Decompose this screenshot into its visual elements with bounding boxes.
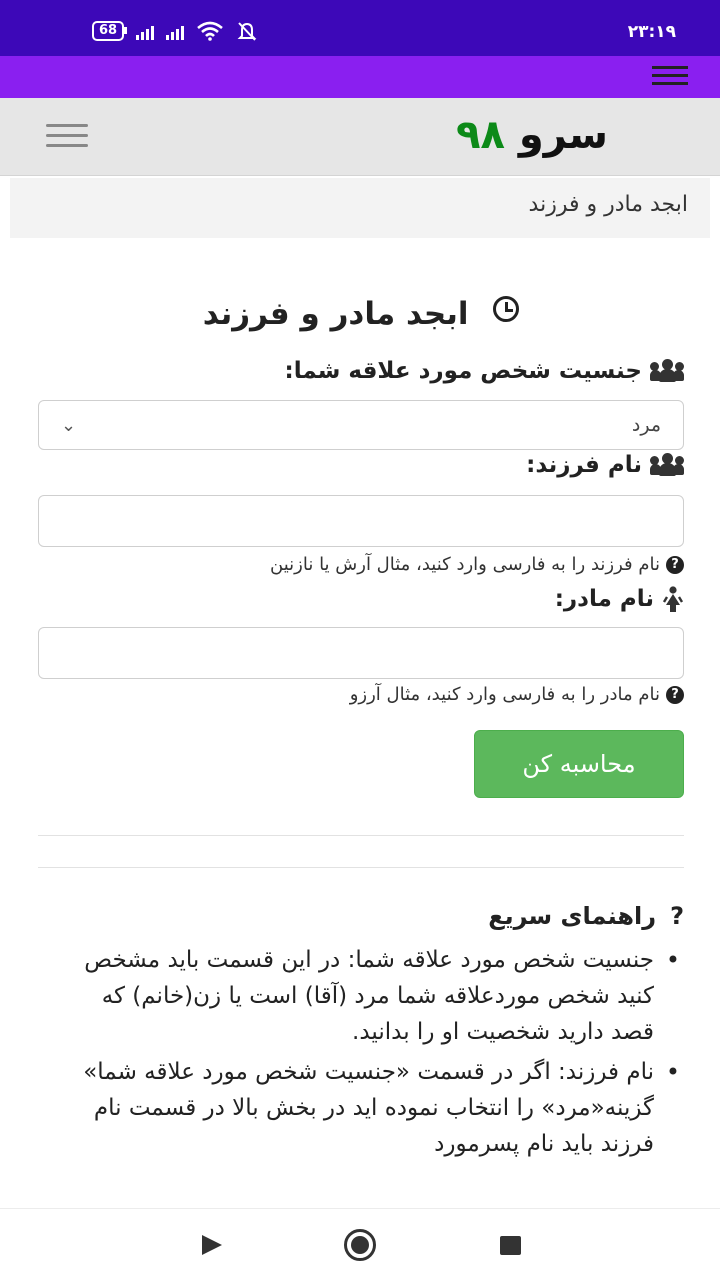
menu-icon[interactable] bbox=[46, 124, 88, 148]
signal-icon bbox=[136, 22, 155, 40]
gender-label: جنسیت شخص مورد علاقه شما: bbox=[285, 358, 684, 384]
navigation-bar bbox=[0, 1208, 720, 1280]
child-name-input[interactable] bbox=[38, 495, 684, 547]
users-icon bbox=[650, 359, 684, 383]
recent-apps-icon[interactable] bbox=[500, 1236, 521, 1255]
gender-select[interactable]: مرد ⌄ bbox=[38, 400, 684, 450]
status-bar: 68 ۲۳:۱۹ bbox=[0, 0, 720, 56]
question-icon: ? bbox=[670, 902, 684, 930]
logo-number: ۹۸ bbox=[456, 112, 505, 158]
logo-word: سرو bbox=[518, 112, 608, 158]
page-title: ابجد مادر و فرزند bbox=[38, 296, 684, 332]
mother-name-help: ? نام مادر را به فارسی وارد کنید، مثال آ… bbox=[350, 684, 684, 705]
clock-icon bbox=[493, 296, 520, 322]
divider bbox=[38, 867, 684, 868]
calculate-button[interactable]: محاسبه کن bbox=[474, 730, 684, 798]
back-icon[interactable] bbox=[202, 1235, 222, 1255]
child-name-label: نام فرزند: bbox=[526, 452, 684, 478]
chevron-down-icon: ⌄ bbox=[61, 414, 77, 436]
site-logo[interactable]: سرو ۹۸ bbox=[456, 112, 608, 158]
gender-select-value: مرد bbox=[631, 414, 661, 436]
page-title-text: ابجد مادر و فرزند bbox=[202, 296, 469, 332]
guide-list: جنسیت شخص مورد علاقه شما: در این قسمت با… bbox=[72, 942, 684, 1166]
status-time: ۲۳:۱۹ bbox=[627, 22, 676, 42]
list-item: جنسیت شخص مورد علاقه شما: در این قسمت با… bbox=[72, 942, 684, 1050]
gender-label-text: جنسیت شخص مورد علاقه شما: bbox=[284, 358, 642, 384]
battery-icon: 68 bbox=[92, 21, 128, 41]
mute-icon bbox=[237, 22, 257, 41]
breadcrumb: ابجد مادر و فرزند bbox=[10, 178, 710, 238]
question-icon: ? bbox=[666, 555, 684, 574]
signal-icon bbox=[166, 22, 185, 40]
site-header: سرو ۹۸ bbox=[0, 98, 720, 176]
female-icon bbox=[662, 586, 684, 612]
child-name-help-text: نام فرزند را به فارسی وارد کنید، مثال آر… bbox=[270, 554, 660, 575]
guide-title-text: راهنمای سریع bbox=[488, 902, 657, 930]
menu-icon[interactable] bbox=[652, 66, 688, 88]
list-item: نام فرزند: اگر در قسمت «جنسیت شخص مورد ع… bbox=[72, 1054, 684, 1162]
mother-name-label-text: نام مادر: bbox=[554, 586, 654, 612]
child-name-help: ? نام فرزند را به فارسی وارد کنید، مثال … bbox=[270, 554, 684, 575]
app-bar bbox=[0, 56, 720, 98]
status-icons: 68 bbox=[92, 20, 258, 42]
mother-name-help-text: نام مادر را به فارسی وارد کنید، مثال آرز… bbox=[349, 684, 660, 705]
question-icon: ? bbox=[666, 685, 684, 704]
mother-name-input[interactable] bbox=[38, 627, 684, 679]
mother-name-label: نام مادر: bbox=[555, 586, 684, 612]
child-name-label-text: نام فرزند: bbox=[526, 452, 642, 478]
guide-title: ? راهنمای سریع bbox=[488, 902, 684, 930]
users-icon bbox=[650, 453, 684, 477]
divider bbox=[38, 835, 684, 836]
home-icon[interactable] bbox=[344, 1229, 376, 1261]
wifi-icon bbox=[197, 21, 223, 41]
